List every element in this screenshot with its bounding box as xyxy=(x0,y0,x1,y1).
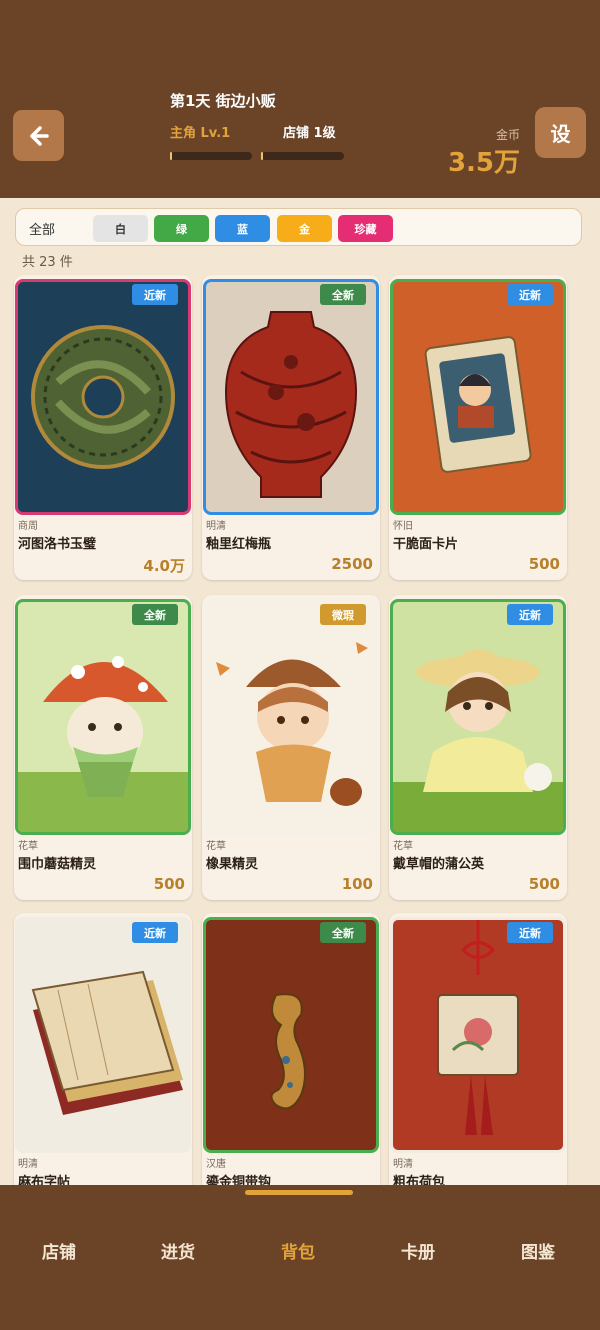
filter-chip-green[interactable]: 绿 xyxy=(154,215,209,242)
nav-tab-backpack[interactable]: 背包 xyxy=(281,1238,315,1263)
filter-all[interactable]: 全部 xyxy=(29,219,55,238)
item-category: 汉唐 xyxy=(206,1159,226,1170)
rarity-filter-bar: 全部 白 绿 蓝 金 珍藏 xyxy=(15,208,582,246)
condition-badge: 近新 xyxy=(507,284,553,305)
back-button[interactable] xyxy=(13,110,64,161)
level-progress-bar xyxy=(170,152,252,160)
condition-badge: 近新 xyxy=(132,284,178,305)
item-card[interactable]: 微瑕 花草 橡果精灵 100 xyxy=(202,595,380,900)
item-category: 明清 xyxy=(18,1159,38,1170)
condition-badge: 微瑕 xyxy=(320,604,366,625)
item-name: 橡果精灵 xyxy=(206,857,259,872)
nav-indicator xyxy=(245,1190,353,1195)
settings-button[interactable]: 设 xyxy=(535,107,586,158)
item-image xyxy=(203,599,379,835)
condition-badge: 全新 xyxy=(132,604,178,625)
item-card[interactable]: 全新 明清 釉里红梅瓶 2500 xyxy=(202,275,380,580)
condition-badge: 近新 xyxy=(507,604,553,625)
item-image xyxy=(203,917,379,1153)
item-image xyxy=(15,917,191,1153)
item-card[interactable]: 近新 花草 戴草帽的蒲公英 500 xyxy=(389,595,567,900)
item-price: 500 xyxy=(528,555,560,573)
item-category: 明清 xyxy=(393,1159,413,1170)
filter-chip-blue[interactable]: 蓝 xyxy=(215,215,270,242)
nav-tab-catalog[interactable]: 图鉴 xyxy=(521,1238,555,1263)
level-progress-fill xyxy=(170,152,172,160)
gold-value: 3.5万 xyxy=(447,148,520,178)
item-name: 围巾蘑菇精灵 xyxy=(18,857,97,872)
item-name: 河图洛书玉璧 xyxy=(18,537,97,552)
item-image xyxy=(203,279,379,515)
item-image xyxy=(15,279,191,515)
filter-chip-collectible[interactable]: 珍藏 xyxy=(338,215,393,242)
item-count: 共 23 件 xyxy=(22,255,73,270)
item-card[interactable]: 近新 怀旧 干脆面卡片 500 xyxy=(389,275,567,580)
item-card[interactable]: 近新 商周 河图洛书玉璧 4.0万 xyxy=(14,275,192,580)
shop-level: 店铺 1级 xyxy=(283,126,336,141)
item-image xyxy=(390,279,566,515)
shop-progress-fill xyxy=(261,152,263,160)
nav-tab-restock[interactable]: 进货 xyxy=(161,1238,195,1263)
condition-badge: 近新 xyxy=(132,922,178,943)
shop-progress-bar xyxy=(261,152,344,160)
nav-tab-shop[interactable]: 店铺 xyxy=(42,1238,76,1263)
item-card[interactable]: 全新 汉唐 鎏金铜带钩 xyxy=(202,913,380,1218)
item-name: 戴草帽的蒲公英 xyxy=(393,857,485,872)
player-level: 主角 Lv.1 xyxy=(170,126,231,141)
item-category: 商周 xyxy=(18,521,38,532)
filter-chip-gold[interactable]: 金 xyxy=(277,215,332,242)
condition-badge: 全新 xyxy=(320,922,366,943)
arrow-left-icon xyxy=(29,125,49,146)
item-card[interactable]: 近新 明清 麻布字帖 xyxy=(14,913,192,1218)
item-category: 花草 xyxy=(393,841,413,852)
filter-chip-white[interactable]: 白 xyxy=(93,215,148,242)
item-image xyxy=(390,599,566,835)
item-price: 2500 xyxy=(331,555,373,573)
item-category: 花草 xyxy=(18,841,38,852)
gold-label: 金币 xyxy=(495,128,520,142)
item-category: 怀旧 xyxy=(393,521,413,532)
item-name: 干脆面卡片 xyxy=(393,537,459,552)
item-price: 4.0万 xyxy=(143,557,185,575)
day-title: 第1天 街边小贩 xyxy=(170,92,276,110)
item-category: 明清 xyxy=(206,521,226,532)
item-price: 100 xyxy=(341,875,373,893)
top-header: 第1天 街边小贩 主角 Lv.1 店铺 1级 金币 3.5万 设 xyxy=(0,0,600,198)
condition-badge: 近新 xyxy=(507,922,553,943)
item-category: 花草 xyxy=(206,841,226,852)
item-card[interactable]: 全新 花草 围巾蘑菇精灵 500 xyxy=(14,595,192,900)
item-name: 釉里红梅瓶 xyxy=(206,537,272,552)
condition-badge: 全新 xyxy=(320,284,366,305)
item-image xyxy=(15,599,191,835)
item-price: 500 xyxy=(153,875,185,893)
item-price: 500 xyxy=(528,875,560,893)
item-card[interactable]: 近新 明清 粗布荷包 xyxy=(389,913,567,1218)
item-image xyxy=(390,917,566,1153)
nav-tab-card-album[interactable]: 卡册 xyxy=(401,1238,435,1263)
